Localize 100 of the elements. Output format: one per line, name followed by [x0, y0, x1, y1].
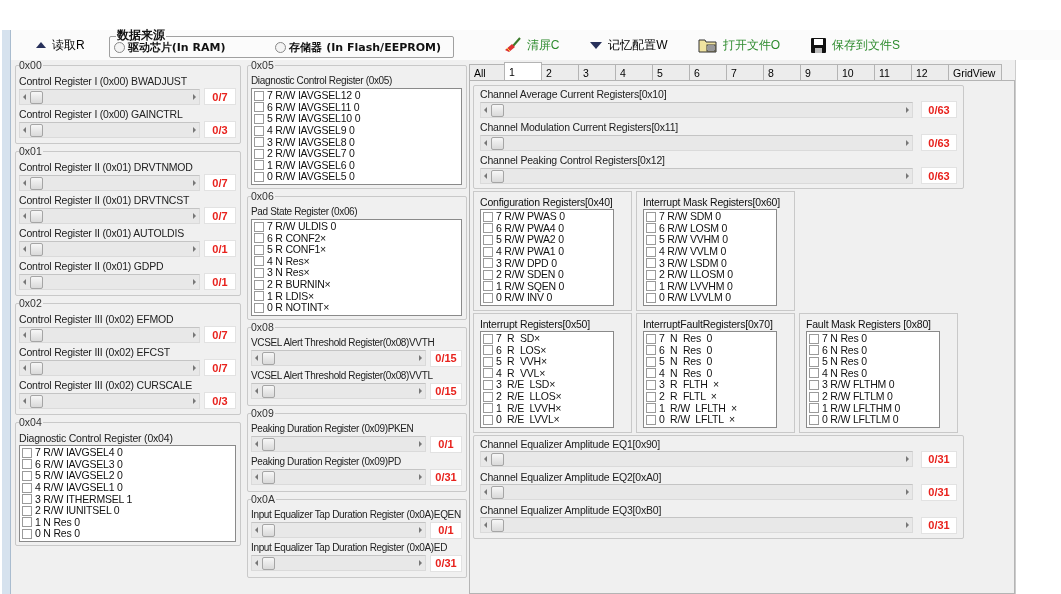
slider-label: Control Register II (0x01) DRVTNMOD — [19, 160, 194, 174]
checkbox-label: 0 R NOTINT× — [267, 302, 330, 314]
checkbox-label: 6 R/W IAVGSEL11 0 — [267, 101, 360, 113]
checkbox-label: 7 R/W SDM 0 — [659, 211, 721, 223]
checkbox-label: 2 R/W SDEN 0 — [496, 269, 564, 281]
group-title: 0x01 — [19, 146, 43, 157]
checkbox-label: 6 R/W PWA4 0 — [496, 222, 564, 234]
checkbox-label: 2 R/W FLTLM 0 — [822, 391, 893, 402]
slider-label: Control Register III (0x02) CURSCALE — [19, 378, 194, 392]
value-readout: 0/7 — [204, 326, 236, 343]
slider-label: Channel Equalizer Amplitude EQ3[0xB0] — [480, 502, 663, 517]
checkbox-label: 0 R/W LFLTL × — [659, 414, 735, 426]
checkbox-label: 0 R/W LVVLM 0 — [659, 292, 731, 304]
checkbox-label: 7 R/W IAVGSEL4 0 — [35, 447, 123, 459]
checkbox-label: 1 R/W LFLTHM 0 — [822, 402, 901, 414]
group-title: 0x06 — [251, 190, 275, 202]
checkbox-label: 2 R/W LLOSM 0 — [659, 269, 733, 281]
slider-label: Peaking Duration Register (0x09)PD — [251, 454, 402, 469]
register-title: Diagnostic Control Register (0x04) — [19, 431, 174, 445]
checkbox-label: 6 R LOS× — [496, 344, 547, 356]
checkbox-label: 6 R CONF2× — [267, 232, 326, 244]
value-readout: 0/7 — [204, 174, 236, 191]
value-readout: 0/63 — [921, 101, 957, 118]
checkbox-label: 4 N Res 0 — [822, 367, 867, 379]
slider-label: Channel Average Current Registers[0x10] — [480, 87, 668, 101]
slider-label: Channel Modulation Current Registers[0x11] — [480, 120, 680, 134]
checkbox-label: 7 N Res 0 — [822, 333, 867, 345]
checkbox-label: 0 R/W INV 0 — [496, 292, 553, 304]
slider-label: Control Register II (0x01) GDPD — [19, 259, 165, 273]
value-readout: 0/7 — [204, 207, 236, 224]
checkbox-label: 7 R/W PWAS 0 — [496, 211, 565, 223]
checkbox-label: 2 R BURNIN× — [267, 279, 331, 290]
checkbox-label: 5 N Res 0 — [659, 356, 713, 368]
value-readout: 0/1 — [204, 240, 236, 257]
value-readout: 0/3 — [204, 392, 236, 409]
checkbox-label: 2 R/E LLOS× — [496, 391, 562, 402]
checkbox-label: 1 R LDIS× — [267, 290, 314, 302]
checkbox-label: 4 N Res 0 — [659, 367, 713, 379]
value-readout: 0/31 — [921, 450, 957, 468]
slider-label: Input Equalizer Tap Duration Register (0x0A)ED — [251, 540, 449, 555]
value-readout: 0/31 — [921, 483, 957, 501]
checkbox-label: 0 R/E LVVL× — [496, 414, 560, 426]
value-readout: 0/1 — [430, 521, 462, 539]
group-title: 0x0A — [251, 493, 276, 505]
value-readout: 0/15 — [430, 382, 462, 400]
slider-label: Input Equalizer Tap Duration Register (0x0A)EQEN — [251, 507, 462, 522]
checkbox-label: 4 R/W PWA1 0 — [496, 246, 564, 258]
checkbox-label: 5 R/W IAVGSEL2 0 — [35, 470, 123, 482]
group-title: 0x09 — [251, 407, 275, 419]
slider-label: VCSEL Alert Threshold Register(0x08)VVTH — [251, 335, 436, 350]
checkbox-label: 6 N Res 0 — [822, 344, 867, 356]
checkbox-label: 4 R/W VVLM 0 — [659, 246, 727, 258]
checkbox-label: 4 R/W IAVGSEL9 0 — [267, 125, 355, 137]
slider-label: Channel Equalizer Amplitude EQ2[0xA0] — [480, 469, 663, 484]
checkbox-label: 5 R CONF1× — [267, 244, 326, 256]
checkbox-label: 3 R/W FLTHM 0 — [822, 379, 895, 391]
register-title: Diagnostic Control Register (0x05) — [251, 74, 393, 88]
register-title: Interrupt Registers[0x50] — [480, 316, 591, 331]
checkbox-label: 1 N Res 0 — [35, 516, 80, 528]
slider-label: VCSEL Alert Threshold Register(0x08)VVTL — [251, 368, 434, 383]
checkbox-label: 3 R/W IAVGSEL8 0 — [267, 136, 355, 148]
checkbox-label: 5 R/W IAVGSEL10 0 — [267, 113, 361, 125]
checkbox-label: 6 N Res 0 — [659, 344, 713, 356]
checkbox-label: 0 R/W LFLTLM 0 — [822, 414, 899, 426]
checkbox-label: 2 R FLTL × — [659, 391, 717, 402]
checkbox-label: 5 N Res 0 — [822, 356, 867, 368]
checkbox-label: 3 R/W LSDM 0 — [659, 257, 727, 269]
slider-label: Control Register I (0x00) GAINCTRL — [19, 107, 184, 121]
checkbox-label: 6 R/W LOSM 0 — [659, 222, 728, 234]
checkbox-label: 0 R/W IAVGSEL5 0 — [267, 171, 355, 183]
checkbox-label: 2 R/W IAVGSEL7 0 — [267, 148, 355, 160]
checkbox-label: 1 R/W IAVGSEL6 0 — [267, 159, 355, 171]
value-readout: 0/31 — [430, 554, 462, 572]
register-title: InterruptFaultRegisters[0x70] — [643, 316, 774, 331]
value-readout: 0/1 — [204, 273, 236, 290]
checkbox-label: 0 N Res 0 — [35, 528, 80, 540]
checkbox-label: 4 R/W IAVGSEL1 0 — [35, 482, 123, 494]
checkbox-label: 4 N Res× — [267, 255, 310, 267]
slider-label: Control Register II (0x01) AUTOLDIS — [19, 226, 185, 240]
group-title: 0x08 — [251, 321, 275, 333]
group-title: 0x00 — [19, 60, 43, 71]
checkbox-label: 5 R/W PWA2 0 — [496, 234, 564, 246]
value-readout: 0/31 — [921, 516, 957, 534]
register-title: Interrupt Mask Registers[0x60] — [643, 195, 781, 209]
register-title: Configuration Registers[0x40] — [480, 195, 614, 209]
group-title: 0x02 — [19, 298, 43, 309]
checkbox-label: 2 R/W IUNITSEL 0 — [35, 505, 120, 517]
checkbox-label: 4 R VVL× — [496, 367, 546, 379]
checkbox-label: 1 R/W LFLTH × — [659, 402, 737, 414]
checkbox-label: 1 R/W LVVHM 0 — [659, 280, 733, 292]
slider-label: Control Register III (0x02) EFMOD — [19, 312, 175, 326]
checkbox-label: 5 R VVH× — [496, 356, 547, 368]
register-title: Pad State Register (0x06) — [251, 204, 359, 219]
slider-label: Control Register III (0x02) EFCST — [19, 345, 171, 359]
checkbox-label: 1 R/E LVVH× — [496, 402, 562, 414]
value-readout: 0/15 — [430, 349, 462, 367]
checkbox-label: 7 R/W ULDIS 0 — [267, 221, 337, 233]
checkbox-label: 7 N Res 0 — [659, 333, 713, 345]
slider-label: Channel Equalizer Amplitude EQ1[0x90] — [480, 436, 661, 451]
checkbox-label: 6 R/W IAVGSEL3 0 — [35, 458, 123, 470]
